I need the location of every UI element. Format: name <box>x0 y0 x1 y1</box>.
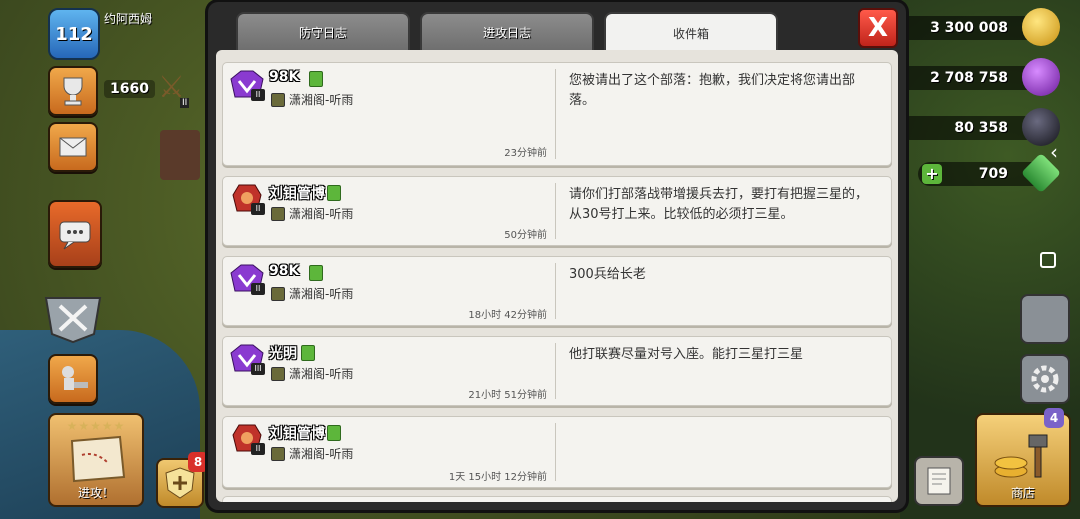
shop-label: 商店 <box>1010 486 1035 500</box>
clan-name[interactable]: 潇湘阁-听雨 <box>289 445 353 462</box>
sender-name[interactable]: 光明 <box>269 343 297 363</box>
clan-badge-icon <box>271 207 285 221</box>
player-name: 约阿西姆 <box>104 12 153 26</box>
inbox-message[interactable]: II 98K 潇湘阁-听雨 18小时 42分钟前 300兵给长老 <box>222 256 892 326</box>
message-time: 1天 15小时 12分钟前 <box>448 472 547 483</box>
sender-name[interactable]: 刘钼管博 <box>269 183 325 203</box>
news-button[interactable] <box>914 456 964 506</box>
message-time: 23分钟前 <box>504 148 547 159</box>
shop-notification-badge: 4 <box>1044 408 1064 428</box>
builder-base-button[interactable] <box>48 354 98 404</box>
chat-bubble-icon <box>59 221 91 250</box>
message-time: 50分钟前 <box>504 230 547 241</box>
inbox-list[interactable]: II 98K 潇湘阁-听雨 23分钟前 您被请出了这个部落：抱歉，我们决定将您请… <box>216 50 898 502</box>
sender-name[interactable]: 98K <box>269 69 299 85</box>
role-badge-icon <box>309 265 323 281</box>
clan-badge-icon <box>271 93 285 107</box>
mail-button[interactable] <box>48 122 98 172</box>
clan-name[interactable]: 潇湘阁-听雨 <box>289 285 353 302</box>
mail-dialog: 防守日志 进攻日志 收件箱 X II 98K 潇湘阁-听雨 23分钟前 您被请出… <box>208 2 906 510</box>
rank-tier: II <box>251 89 265 101</box>
role-badge-icon <box>309 71 323 87</box>
inbox-message[interactable]: III 光明 潇湘阁-听雨 21小时 51分钟前 他打联赛尽量对号入座。能打三星… <box>222 336 892 406</box>
trophy-count: 1660 <box>104 80 155 98</box>
envelope-icon <box>59 137 87 157</box>
gold-coin-icon <box>1022 8 1060 46</box>
inbox-message[interactable]: II 刘钼管博 潇湘阁-听雨 50分钟前 请你们打部落战带增援兵去打，要打有把握… <box>222 176 892 246</box>
inbox-message[interactable]: II 刘钼管博 潇湘阁-听雨 1天 15小时 12分钟前 <box>222 416 892 488</box>
message-time: 18小时 42分钟前 <box>468 310 547 321</box>
crossed-swords-icon <box>44 297 102 344</box>
message-sender-panel: II 98K 潇湘阁-听雨 18小时 42分钟前 <box>223 257 555 325</box>
message-sender-panel: III 光明 潇湘阁-听雨 21小时 51分钟前 <box>223 337 555 405</box>
attack-button[interactable]: ★★★★★ 进攻！ <box>48 413 144 507</box>
clan-badge-icon <box>271 367 285 381</box>
message-time: 21小时 51分钟前 <box>468 390 547 401</box>
gold-amount: 3 300 008 <box>930 20 1008 36</box>
trophy-button[interactable] <box>48 66 98 116</box>
nav-back-icon[interactable]: ‹ <box>1050 140 1058 164</box>
experience-level-badge[interactable]: 112 <box>48 8 100 60</box>
builder-icon <box>62 366 88 390</box>
role-badge-icon <box>327 425 341 441</box>
message-text: 300兵给长老 <box>569 267 646 282</box>
clan-war-button[interactable] <box>40 290 106 344</box>
inbox-message-partial[interactable] <box>222 496 892 502</box>
tab-attack-log[interactable]: 进攻日志 <box>420 12 594 50</box>
rank-tier: II <box>251 283 265 295</box>
elixir-counter: 2 708 758 <box>888 58 1060 96</box>
rank-tier: III <box>251 363 265 375</box>
shield-notification-badge: 8 <box>188 452 208 472</box>
close-button[interactable]: X <box>858 8 898 48</box>
trophy-icon <box>63 77 83 106</box>
sender-name[interactable]: 98K <box>269 263 299 279</box>
message-divider <box>555 423 556 481</box>
inbox-message[interactable]: II 98K 潇湘阁-听雨 23分钟前 您被请出了这个部落：抱歉，我们决定将您请… <box>222 62 892 166</box>
add-gems-button[interactable]: + <box>922 164 942 184</box>
tab-defense-log[interactable]: 防守日志 <box>236 12 410 50</box>
gems-amount: 709 <box>978 166 1008 182</box>
elixir-drop-icon <box>1022 58 1060 96</box>
clan-name[interactable]: 潇湘阁-听雨 <box>289 365 353 382</box>
rank-tier: II <box>251 203 265 215</box>
elixir-amount: 2 708 758 <box>930 70 1008 86</box>
message-sender-panel: II 98K 潇湘阁-听雨 23分钟前 <box>223 63 555 165</box>
settings-button[interactable] <box>1020 354 1070 404</box>
message-divider <box>555 343 556 399</box>
gear-icon <box>1031 365 1059 393</box>
dark-elixir-amount: 80 358 <box>954 120 1008 136</box>
clan-badge-icon <box>271 447 285 461</box>
village-building <box>160 130 200 180</box>
newspaper-icon <box>927 467 951 495</box>
message-sender-panel: II 刘钼管博 潇湘阁-听雨 50分钟前 <box>223 177 555 245</box>
league-tier: II <box>180 98 190 108</box>
nav-home-icon[interactable] <box>1040 252 1056 268</box>
gems-counter: + 709 <box>918 152 1062 194</box>
message-divider <box>555 263 556 319</box>
message-text: 您被请出了这个部落：抱歉，我们决定将您请出部落。 <box>569 73 856 108</box>
clan-badge-icon <box>271 287 285 301</box>
dark-elixir-counter: 80 358 <box>898 108 1060 146</box>
message-text: 他打联赛尽量对号入座。能打三星打三星 <box>569 347 804 362</box>
sender-name[interactable]: 刘钼管博 <box>269 423 325 443</box>
clan-name[interactable]: 潇湘阁-听雨 <box>289 205 353 222</box>
chat-button[interactable] <box>48 200 102 268</box>
message-divider <box>555 183 556 239</box>
role-badge-icon <box>301 345 315 361</box>
message-text: 请你们打部落战带增援兵去打，要打有把握三星的，从30号打上来。比较低的必须打三星… <box>569 187 869 222</box>
message-divider <box>555 69 556 159</box>
role-badge-icon <box>327 185 341 201</box>
message-sender-panel: II 刘钼管博 潇湘阁-听雨 1天 15小时 12分钟前 <box>223 417 555 487</box>
builder-hall-button[interactable] <box>1020 294 1070 344</box>
clan-name[interactable]: 潇湘阁-听雨 <box>289 91 353 108</box>
tab-inbox[interactable]: 收件箱 <box>604 12 778 52</box>
attack-label: 进攻！ <box>77 486 114 500</box>
rank-tier: II <box>251 443 265 455</box>
